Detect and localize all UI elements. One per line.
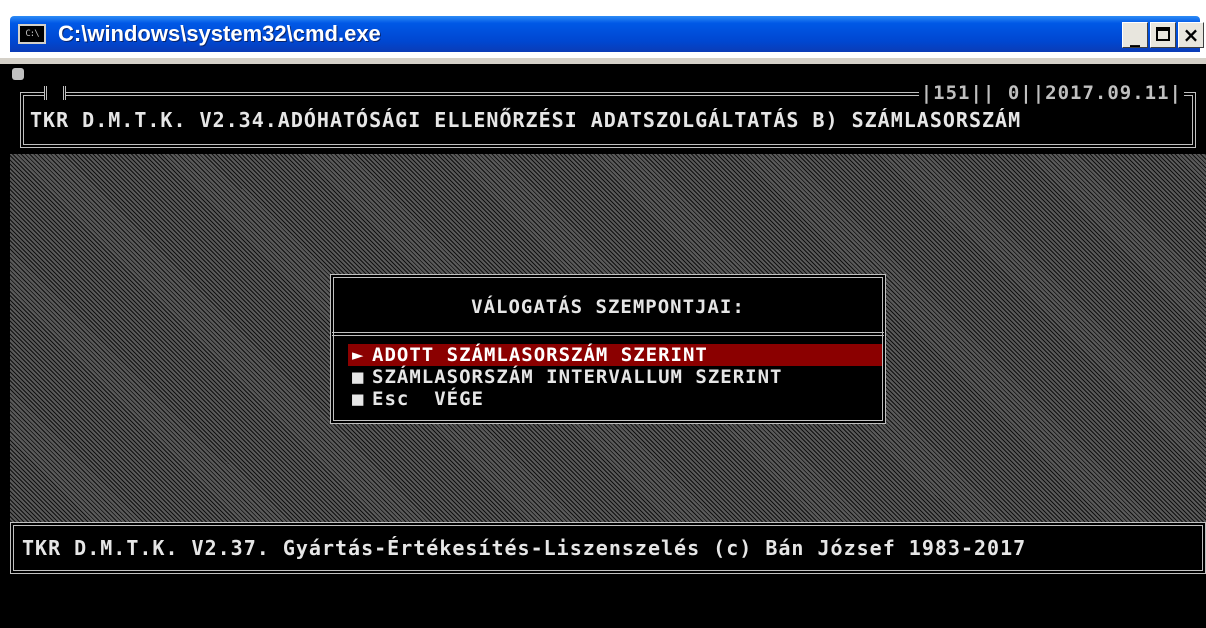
maximize-button[interactable] [1150, 22, 1176, 48]
selection-dialog: VÁLOGATÁS SZEMPONTJAI: ► ADOTT SZÁMLASORS… [330, 274, 886, 424]
header-status: 151 [933, 82, 971, 104]
menu-item-label: Esc VÉGE [372, 388, 484, 410]
console-app-icon[interactable]: C:\ [18, 24, 46, 44]
menu-item-exit[interactable]: ■ Esc VÉGE [348, 388, 882, 410]
dialog-title: VÁLOGATÁS SZEMPONTJAI: [471, 296, 745, 318]
frame-stub [44, 86, 66, 100]
header-date: 2017.09.11 [1045, 82, 1170, 104]
console-area[interactable]: |151|| 0||2017.09.11| TKR D.M.T.K. V2.34… [10, 64, 1206, 628]
header-counter: 0 [1007, 82, 1021, 104]
menu-item-label: SZÁMLASORSZÁM INTERVALLUM SZERINT [372, 366, 783, 388]
header-title: TKR D.M.T.K. V2.34.ADÓHATÓSÁGI ELLENŐRZÉ… [30, 108, 1022, 132]
menu-list: ► ADOTT SZÁMLASORSZÁM SZERINT ■ SZÁMLASORS… [348, 344, 882, 410]
footer-frame: TKR D.M.T.K. V2.37. Gyártás-Értékesítés-… [10, 522, 1206, 574]
square-bullet-icon: ■ [352, 388, 365, 410]
menu-item-adott-szamlasorszam[interactable]: ► ADOTT SZÁMLASORSZÁM SZERINT [348, 344, 882, 366]
cmd-window: C:\ C:\windows\system32\cmd.exe _ × |151… [0, 0, 1206, 628]
menu-item-intervallum[interactable]: ■ SZÁMLASORSZÁM INTERVALLUM SZERINT [348, 366, 882, 388]
maximize-icon [1156, 27, 1170, 41]
title-bar[interactable]: C:\ C:\windows\system32\cmd.exe _ × [0, 0, 1206, 64]
dialog-divider [332, 332, 884, 336]
square-bullet-icon: ■ [352, 366, 365, 388]
menu-item-label: ADOTT SZÁMLASORSZÁM SZERINT [372, 344, 708, 366]
header-info: |151|| 0||2017.09.11| [918, 82, 1184, 104]
smiley-glyph-icon [12, 68, 24, 80]
pointer-icon: ► [352, 344, 365, 366]
close-button[interactable]: × [1178, 22, 1204, 48]
minimize-button[interactable]: _ [1122, 22, 1148, 48]
header-frame: |151|| 0||2017.09.11| TKR D.M.T.K. V2.34… [20, 82, 1196, 148]
window-title: C:\windows\system32\cmd.exe [58, 21, 381, 46]
footer-text: TKR D.M.T.K. V2.37. Gyártás-Értékesítés-… [22, 536, 1027, 560]
